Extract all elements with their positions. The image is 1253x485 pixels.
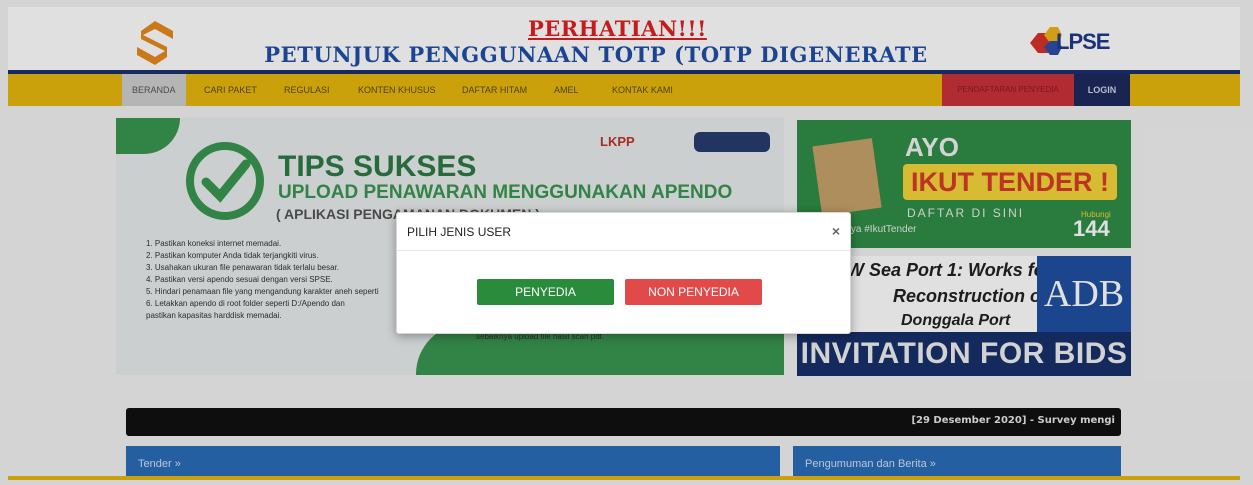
close-icon[interactable]: × xyxy=(832,223,840,239)
page: PERHATIAN!!! PETUNJUK PENGGUNAAN TOTP (T… xyxy=(0,0,1253,485)
modal-title: PILIH JENIS USER xyxy=(407,225,512,239)
non-penyedia-button[interactable]: NON PENYEDIA xyxy=(625,279,762,305)
penyedia-button[interactable]: PENYEDIA xyxy=(477,279,614,305)
modal-header: PILIH JENIS USER × xyxy=(397,213,850,251)
user-type-modal: PILIH JENIS USER × PENYEDIA NON PENYEDIA xyxy=(396,212,851,334)
